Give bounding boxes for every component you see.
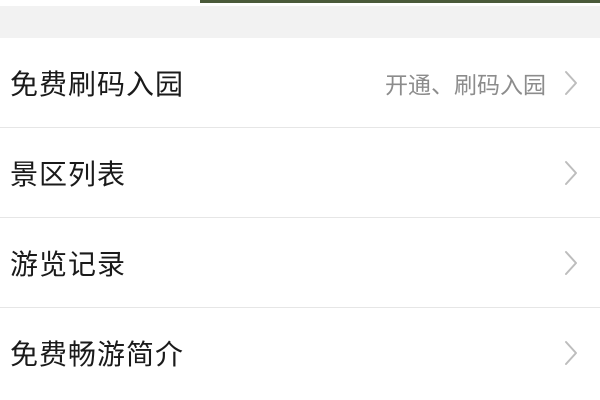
menu-item-free-tour-intro[interactable]: 免费畅游简介 xyxy=(0,308,600,398)
menu-item-hint: 开通、刷码入园 xyxy=(385,72,546,99)
menu-item-right xyxy=(564,160,590,186)
menu-item-label: 景区列表 xyxy=(10,157,127,191)
menu-item-right xyxy=(564,250,590,276)
menu-item-visit-records[interactable]: 游览记录 xyxy=(0,218,600,308)
menu-list: 免费刷码入园 开通、刷码入园 景区列表 游览记录 免费畅游简介 xyxy=(0,38,600,400)
chevron-right-icon xyxy=(565,341,577,365)
chevron-right-icon xyxy=(565,70,577,95)
menu-item-free-scan-entry[interactable]: 免费刷码入园 开通、刷码入园 xyxy=(0,38,600,128)
menu-item-label: 免费畅游简介 xyxy=(10,338,185,371)
chevron-right-icon xyxy=(565,250,577,275)
menu-item-scenic-list[interactable]: 景区列表 xyxy=(0,128,600,218)
top-banner-edge xyxy=(0,0,600,6)
menu-item-right: 开通、刷码入园 xyxy=(385,66,590,100)
chevron-right-icon xyxy=(565,160,577,185)
banner-image-edge xyxy=(200,0,600,3)
menu-item-right xyxy=(564,340,590,366)
menu-item-label: 游览记录 xyxy=(10,247,127,281)
menu-item-label: 免费刷码入园 xyxy=(10,67,185,101)
